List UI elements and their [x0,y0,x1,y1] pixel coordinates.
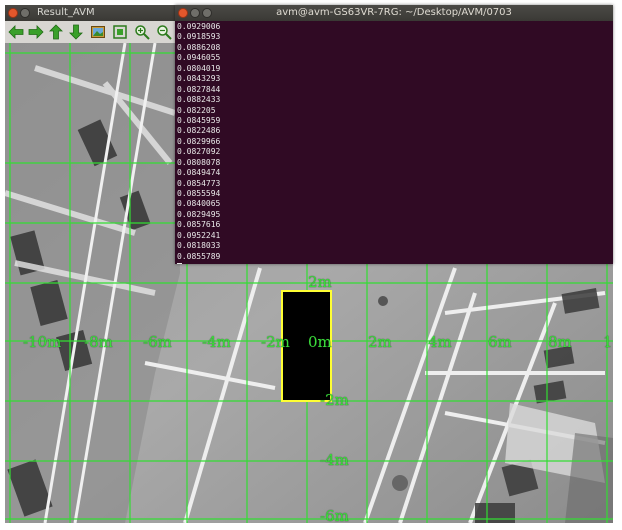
y-label-2: 2m [308,273,332,291]
x-label-4: 4m [428,333,452,351]
terminal-line: 0.0827844 [177,84,221,94]
properties-icon[interactable] [111,23,129,41]
x-label-10: 10m [603,335,613,350]
avm-toolbar [5,21,180,44]
terminal-line: 0.0857616 [177,220,221,230]
zoom-in-icon[interactable] [133,23,151,41]
x-label-0: 0m [308,333,332,351]
terminal-line: 0.0952241 [177,230,221,240]
terminal-titlebar[interactable]: avm@avm-GS63VR-7RG: ~/Desktop/AVM/0703 [175,5,613,21]
x-label-neg10: -10m [23,333,62,351]
terminal-line: 0.0840065 [177,199,221,209]
terminal-line: 0.0818033 [177,241,221,251]
avm-window-title: Result_AVM [37,7,95,18]
close-window-button[interactable] [8,8,18,18]
x-label-6: 6m [488,333,512,351]
terminal-line: 0.0829966 [177,136,221,146]
x-label-2: 2m [368,333,392,351]
zoom-out-icon[interactable] [155,23,173,41]
terminal-line: 0.0829495 [177,209,221,219]
x-label-neg6: -6m [143,333,172,351]
x-label-neg2: -2m [261,333,290,351]
avm-titlebar[interactable]: Result_AVM [5,5,180,21]
save-image-icon[interactable] [89,23,107,41]
terminal-line: 0.0808078 [177,157,221,167]
pan-down-icon[interactable] [67,23,85,41]
pan-left-icon[interactable] [7,23,25,41]
y-label-neg4: -4m [320,451,349,469]
terminal-line: 0.0929006 [177,22,221,31]
terminal-line: 0.0845959 [177,115,221,125]
terminal-line: 0.0855789 [177,251,221,261]
x-label-neg4: -4m [202,333,231,351]
y-label-neg2: -2m [320,391,349,409]
pan-up-icon[interactable] [47,23,65,41]
terminal-line: 0.0918593 [177,32,221,42]
minimize-window-button[interactable] [20,8,30,18]
terminal-line: 0.0886208 [177,42,221,52]
terminal-window[interactable]: avm@avm-GS63VR-7RG: ~/Desktop/AVM/0703 0… [175,5,613,264]
terminal-cursor [177,263,182,264]
terminal-output[interactable]: 0.0929006 0.0918593 0.0886208 0.0946055 0.08… [177,22,611,264]
terminal-line: 0.082205 [177,105,216,115]
terminal-title: avm@avm-GS63VR-7RG: ~/Desktop/AVM/0703 [276,7,512,18]
terminal-line: 0.0854773 [177,178,221,188]
terminal-line: 0.0827092 [177,147,221,157]
terminal-line: 0.0849474 [177,168,221,178]
terminal-line: 0.0855594 [177,189,221,198]
terminal-line: 0.0843293 [177,74,221,84]
terminal-line: 0.0882433 [177,95,221,105]
y-label-neg6: -6m [320,507,349,524]
terminal-line: 0.0822486 [177,126,221,136]
terminal-prompt-line[interactable] [177,262,611,264]
terminal-line: 0.0804019 [177,63,221,73]
x-label-neg8: -8m [84,333,113,351]
terminal-line: 0.0946055 [177,53,221,63]
x-label-8: 8m [548,333,572,351]
pan-right-icon[interactable] [27,23,45,41]
